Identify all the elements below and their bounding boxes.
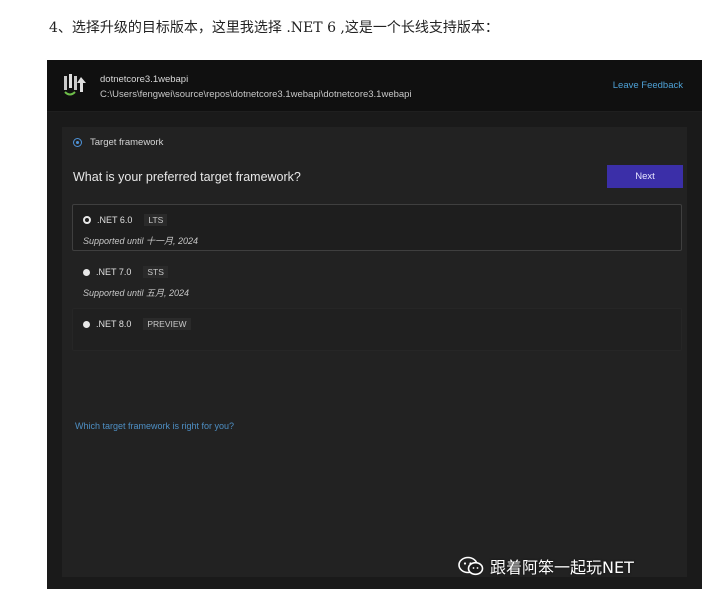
watermark-text: 跟着阿笨一起玩NET [490,558,634,577]
upgrade-assistant-window: dotnetcore3.1webapi C:\Users\fengwei\sou… [47,60,702,589]
article-caption: 4、选择升级的目标版本，这里我选择 .NET 6 ,这是一个长线支持版本： [49,20,499,36]
wechat-icon [458,556,484,576]
option-tag: STS [143,266,168,278]
framework-option-net8[interactable]: .NET 8.0 PREVIEW [72,308,682,351]
project-name: dotnetcore3.1webapi [100,74,189,85]
radio-unselected-icon[interactable] [83,268,90,276]
page-title: What is your preferred target framework? [73,170,301,184]
radio-selected-icon[interactable] [83,216,91,224]
framework-help-link[interactable]: Which target framework is right for you? [75,421,234,431]
option-version: .NET 6.0 [97,215,133,225]
target-framework-panel: Target framework What is your preferred … [62,127,687,577]
option-version: .NET 8.0 [96,319,132,329]
step-label: Target framework [90,137,164,148]
option-tag: PREVIEW [143,318,191,330]
step-header: Target framework [73,137,163,148]
wechat-watermark: 跟着阿笨一起玩NET [458,554,634,578]
option-version: .NET 7.0 [96,267,132,277]
app-header: dotnetcore3.1webapi C:\Users\fengwei\sou… [47,60,702,112]
option-support-text: Supported until 五月, 2024 [83,288,190,298]
step-indicator-icon [73,138,82,147]
option-tag: LTS [144,214,168,226]
leave-feedback-link[interactable]: Leave Feedback [613,80,683,91]
option-support-text: Supported until 十一月, 2024 [83,236,199,246]
upgrade-assistant-logo-icon [64,74,86,96]
framework-option-net7[interactable]: .NET 7.0 STS Supported until 五月, 2024 [72,256,682,303]
radio-unselected-icon[interactable] [83,320,90,328]
next-button[interactable]: Next [607,165,683,188]
project-path: C:\Users\fengwei\source\repos\dotnetcore… [100,89,412,100]
framework-option-net6[interactable]: .NET 6.0 LTS Supported until 十一月, 2024 [72,204,682,251]
